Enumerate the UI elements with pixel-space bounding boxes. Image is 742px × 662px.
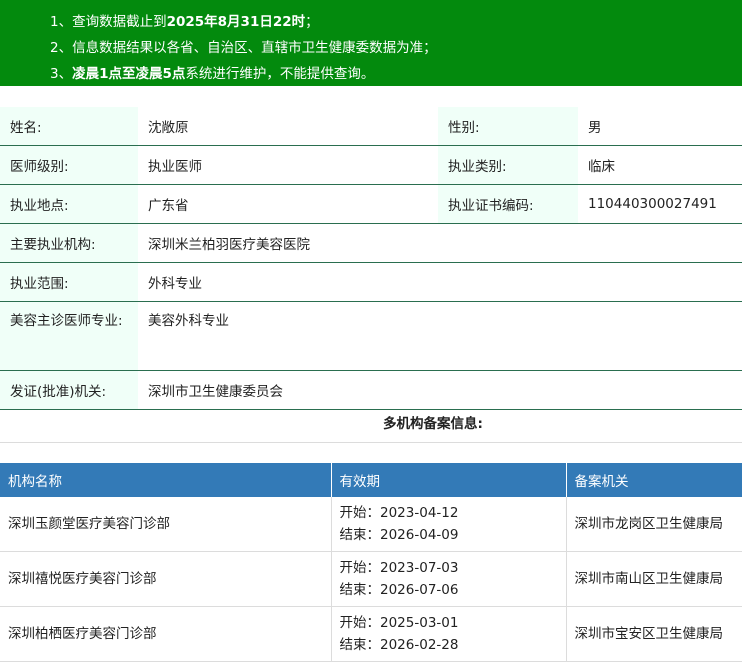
cert-label: 执业证书编码: [438,184,578,224]
level-value: 执业医师 [138,145,438,185]
header-authority: 备案机关 [566,463,742,497]
multi-org-title-wrap: 多机构备案信息: [0,412,742,432]
location-value: 广东省 [138,184,438,224]
cosmetic-value: 美容外科专业 [138,301,742,371]
registration-header-row: 机构名称 有效期 备案机关 [0,463,742,497]
registration-table: 机构名称 有效期 备案机关 深圳玉颜堂医疗美容门诊部 开始：2023-04-12… [0,463,742,662]
table-row: 深圳禧悦医疗美容门诊部 开始：2023-07-03 结束：2026-07-06 … [0,551,742,607]
reg-start: 开始：2023-04-12 [339,505,459,521]
notice-line-2: 2、信息数据结果以各省、自治区、直辖市卫生健康委数据为准； [50,40,437,56]
reg-org: 深圳禧悦医疗美容门诊部 [0,551,332,607]
cosmetic-label: 美容主诊医师专业: [0,301,138,371]
category-value: 临床 [578,145,742,185]
reg-end: 结束：2026-07-06 [339,582,459,598]
reg-end: 结束：2026-02-28 [339,637,459,653]
level-label: 医师级别: [0,145,138,185]
issuer-value: 深圳市卫生健康委员会 [138,370,742,410]
header-org: 机构名称 [0,463,332,497]
info-row: 美容主诊医师专业: 美容外科专业 [0,301,742,371]
info-row: 执业范围: 外科专业 [0,262,742,302]
gender-label: 性别: [438,107,578,146]
info-row: 主要执业机构: 深圳米兰柏羽医疗美容医院 [0,223,742,263]
scope-label: 执业范围: [0,262,138,302]
table-row: 深圳柏栖医疗美容门诊部 开始：2025-03-01 结束：2026-02-28 … [0,606,742,662]
info-row: 医师级别: 执业医师 执业类别: 临床 [0,145,742,185]
cert-value: 110440300027491 [578,184,742,224]
reg-start: 开始：2025-03-01 [339,615,459,631]
reg-org: 深圳玉颜堂医疗美容门诊部 [0,497,332,552]
reg-authority: 深圳市宝安区卫生健康局 [566,606,742,662]
info-row: 姓名: 沈敞原 性别: 男 [0,107,742,146]
notice-banner: 1、查询数据截止到2025年8月31日22时； 2、信息数据结果以各省、自治区、… [0,0,742,86]
info-row: 执业地点: 广东省 执业证书编码: 110440300027491 [0,184,742,224]
category-label: 执业类别: [438,145,578,185]
doctor-info-table: 姓名: 沈敞原 性别: 男 医师级别: 执业医师 执业类别: 临床 执业地点: … [0,107,742,410]
org-value: 深圳米兰柏羽医疗美容医院 [138,223,742,263]
reg-end: 结束：2026-04-09 [339,527,459,543]
notice-line-3: 3、凌晨1点至凌晨5点系统进行维护，不能提供查询。 [50,66,375,82]
notice-line-1: 1、查询数据截止到2025年8月31日22时； [50,14,319,30]
table-row: 深圳玉颜堂医疗美容门诊部 开始：2023-04-12 结束：2026-04-09… [0,497,742,552]
gender-value: 男 [578,107,742,146]
reg-validity: 开始：2025-03-01 结束：2026-02-28 [331,606,567,662]
reg-authority: 深圳市南山区卫生健康局 [566,551,742,607]
issuer-label: 发证(批准)机关: [0,370,138,410]
reg-org: 深圳柏栖医疗美容门诊部 [0,606,332,662]
info-row: 发证(批准)机关: 深圳市卫生健康委员会 [0,370,742,410]
header-validity: 有效期 [331,463,567,497]
divider [0,442,742,443]
multi-org-title: 多机构备案信息: [383,416,483,432]
org-label: 主要执业机构: [0,223,138,263]
reg-authority: 深圳市龙岗区卫生健康局 [566,497,742,552]
reg-start: 开始：2023-07-03 [339,560,459,576]
name-value: 沈敞原 [138,107,438,146]
name-label: 姓名: [0,107,138,146]
scope-value: 外科专业 [138,262,742,302]
location-label: 执业地点: [0,184,138,224]
reg-validity: 开始：2023-07-03 结束：2026-07-06 [331,551,567,607]
reg-validity: 开始：2023-04-12 结束：2026-04-09 [331,497,567,552]
